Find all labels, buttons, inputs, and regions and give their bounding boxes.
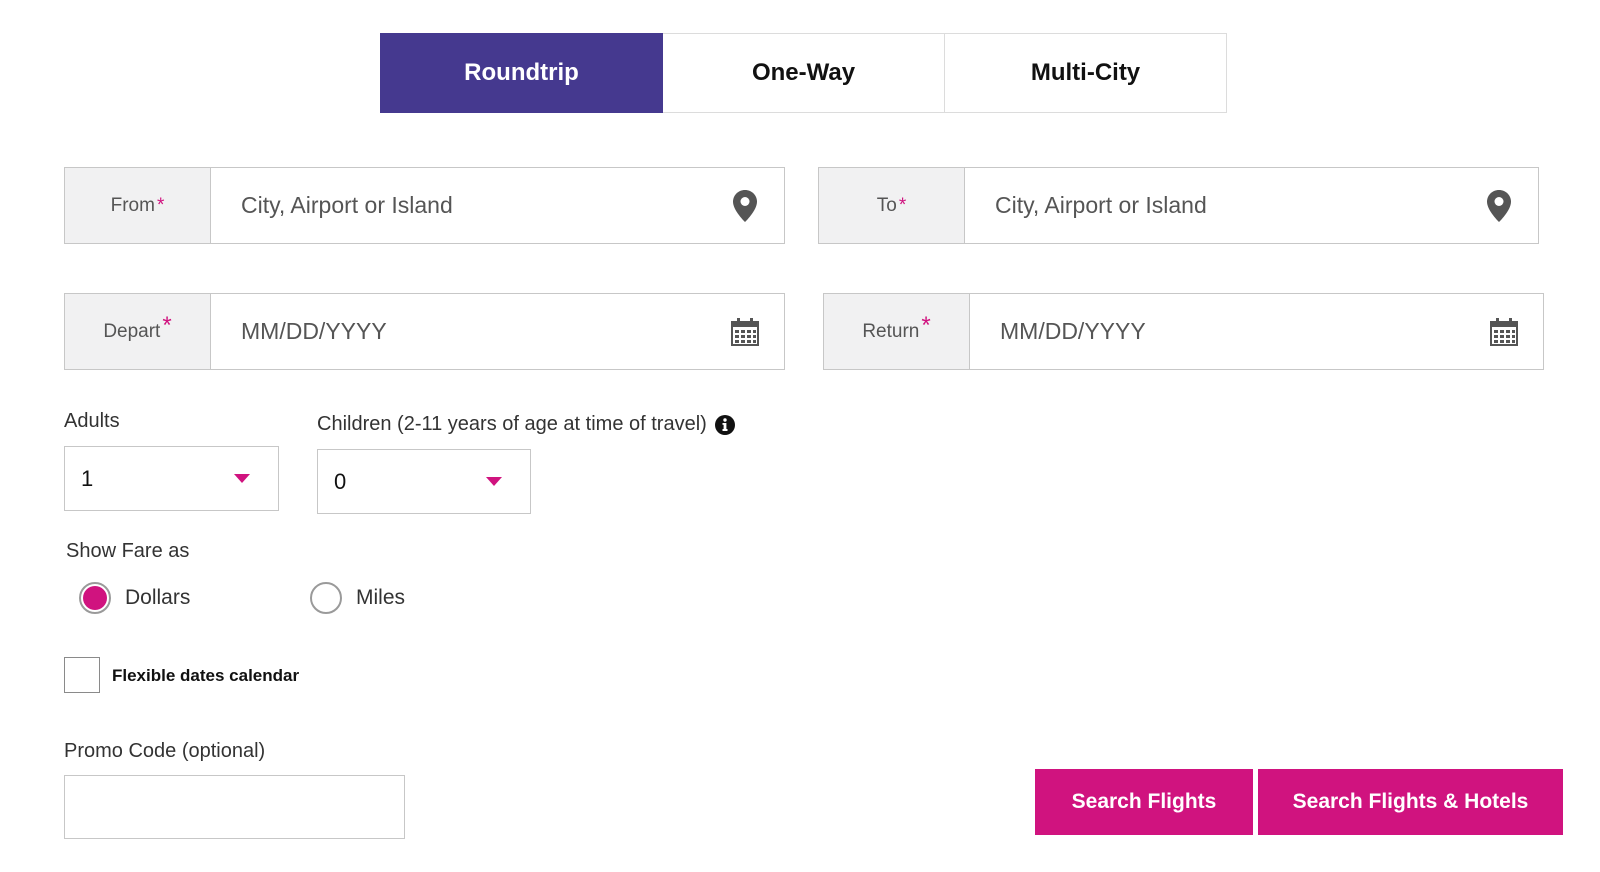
- chevron-down-icon: [486, 477, 502, 486]
- children-label-row: Children (2-11 years of age at time of t…: [317, 413, 735, 436]
- info-icon[interactable]: [714, 414, 735, 435]
- required-mark: *: [156, 194, 165, 216]
- radio-miles-label: Miles: [356, 586, 406, 609]
- radio-dollars-label: Dollars: [125, 586, 191, 609]
- children-value: 0: [334, 468, 347, 494]
- children-select[interactable]: 0: [317, 449, 531, 514]
- chevron-down-icon: [234, 474, 250, 483]
- required-mark: *: [921, 311, 931, 339]
- trip-type-tabs: Roundtrip One-Way Multi-City: [380, 33, 1227, 113]
- adults-value: 1: [81, 465, 94, 491]
- tab-roundtrip[interactable]: Roundtrip: [380, 33, 663, 113]
- adults-select[interactable]: 1: [64, 446, 279, 511]
- from-input[interactable]: [239, 191, 730, 220]
- search-flights-hotels-button[interactable]: Search Flights & Hotels: [1258, 769, 1563, 835]
- return-field: Return *: [823, 293, 1544, 370]
- tab-one-way[interactable]: One-Way: [663, 33, 945, 113]
- map-pin-icon[interactable]: [1484, 189, 1514, 223]
- calendar-icon[interactable]: [730, 315, 760, 349]
- flexible-dates-label: Flexible dates calendar: [112, 666, 300, 685]
- radio-indicator: [310, 582, 342, 614]
- promo-code-label: Promo Code (optional): [64, 740, 266, 762]
- to-field: To *: [818, 167, 1539, 244]
- calendar-icon[interactable]: [1489, 315, 1519, 349]
- required-mark: *: [162, 311, 172, 339]
- depart-label: Depart *: [65, 294, 211, 369]
- children-label: Children (2-11 years of age at time of t…: [317, 413, 707, 435]
- radio-indicator: [79, 582, 111, 614]
- return-label: Return *: [824, 294, 970, 369]
- adults-label: Adults: [64, 410, 120, 432]
- to-input[interactable]: [993, 191, 1484, 220]
- from-label: From *: [65, 168, 211, 243]
- flexible-dates-checkbox[interactable]: [64, 657, 100, 693]
- depart-date-input[interactable]: [239, 317, 730, 346]
- radio-miles[interactable]: Miles: [310, 582, 405, 614]
- return-date-input[interactable]: [998, 317, 1489, 346]
- tab-multi-city[interactable]: Multi-City: [945, 33, 1227, 113]
- from-field: From *: [64, 167, 785, 244]
- promo-code-input[interactable]: [64, 775, 405, 839]
- depart-field: Depart *: [64, 293, 785, 370]
- search-flights-button[interactable]: Search Flights: [1035, 769, 1253, 835]
- radio-dollars[interactable]: Dollars: [79, 582, 190, 614]
- show-fare-label: Show Fare as: [66, 540, 190, 562]
- map-pin-icon[interactable]: [730, 189, 760, 223]
- required-mark: *: [898, 194, 907, 216]
- to-label: To *: [819, 168, 965, 243]
